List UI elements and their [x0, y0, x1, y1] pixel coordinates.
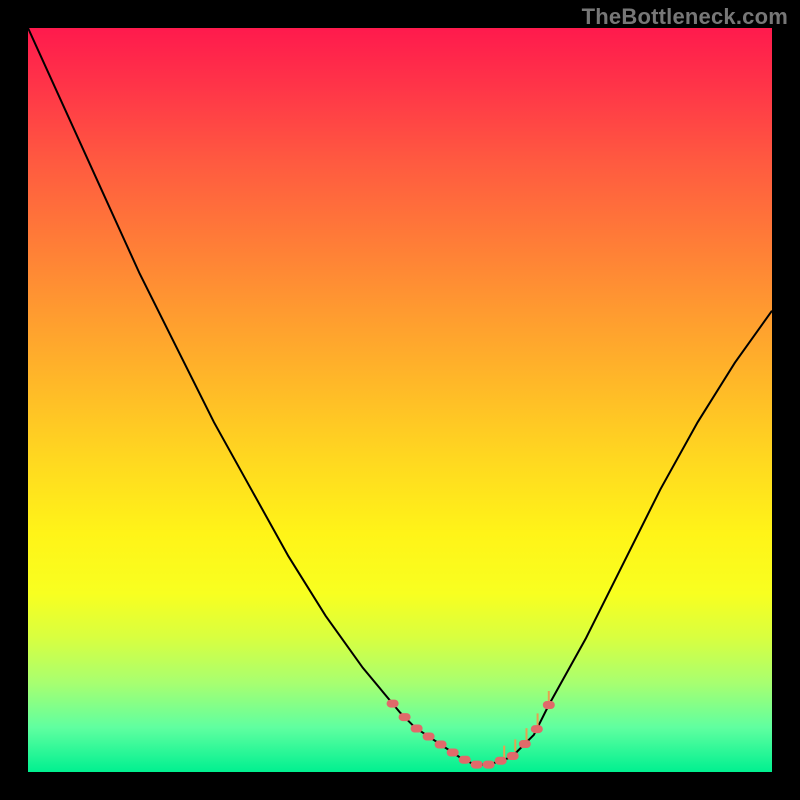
marker-dot	[435, 741, 447, 749]
marker-dot	[471, 761, 483, 769]
marker-dots	[387, 700, 555, 769]
chart-frame: TheBottleneck.com	[0, 0, 800, 800]
marker-dot	[459, 756, 471, 764]
chart-svg	[28, 28, 772, 772]
marker-dot	[507, 752, 519, 760]
marker-dot	[519, 740, 531, 748]
marker-dot	[423, 733, 435, 741]
watermark-text: TheBottleneck.com	[582, 4, 788, 30]
marker-dot	[531, 725, 543, 733]
marker-dot	[447, 749, 459, 757]
marker-dot	[411, 725, 423, 733]
marker-dot	[387, 700, 399, 708]
curve-main	[28, 28, 772, 765]
marker-dot	[483, 761, 495, 769]
marker-dot	[543, 701, 555, 709]
plot-area	[28, 28, 772, 772]
marker-dot	[495, 757, 507, 765]
marker-dot	[399, 713, 411, 721]
